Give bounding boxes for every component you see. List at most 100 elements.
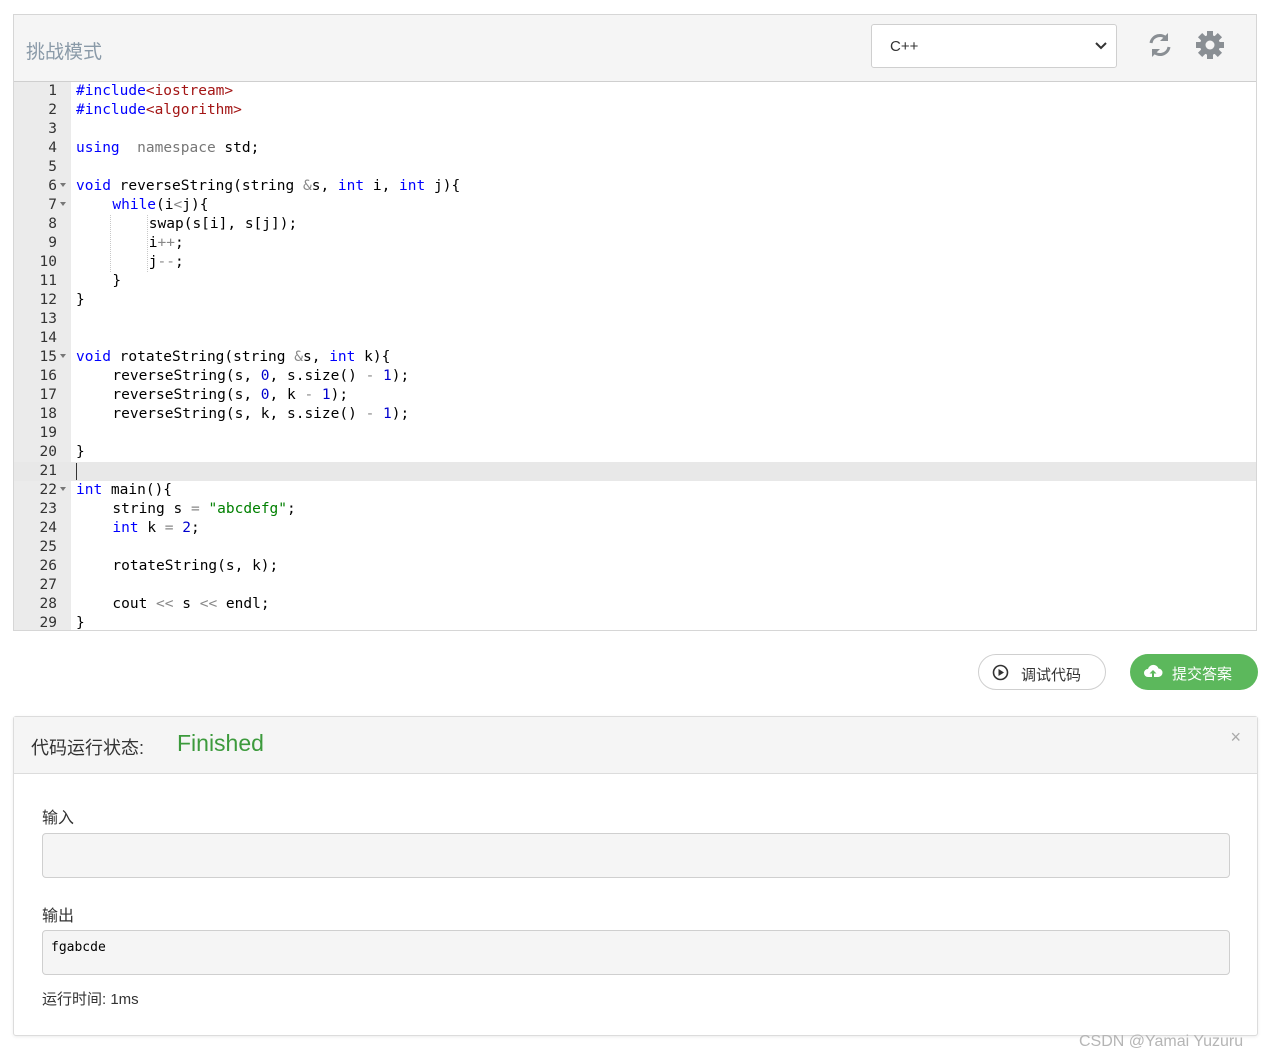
code-text: reverseString(s, k, s.size() - 1); <box>112 405 409 424</box>
code-line: 27 <box>14 576 1256 595</box>
line-number: 18 <box>39 406 57 422</box>
code-text: void reverseString(string &s, int i, int… <box>76 177 460 196</box>
code-line: 2 #include<algorithm> <box>14 101 1256 120</box>
code-token: ); <box>391 368 410 384</box>
code-line: 26 rotateString(s, k); <box>14 557 1256 576</box>
fold-arrow-icon[interactable] <box>60 202 66 206</box>
code-token: 1 <box>321 387 331 403</box>
code-token: #include <box>76 83 146 99</box>
code-token: s <box>173 596 200 612</box>
code-token: ++ <box>157 235 175 251</box>
code-token: & <box>302 178 312 194</box>
code-line: 4 using namespace std; <box>14 139 1256 158</box>
line-number: 27 <box>39 577 57 593</box>
close-icon[interactable]: × <box>1230 727 1241 748</box>
code-text: while(i<j){ <box>112 196 208 215</box>
code-token: 0 <box>260 387 270 403</box>
code-token: #include <box>76 102 146 118</box>
line-number: 6 <box>48 178 57 194</box>
code-token: , k <box>269 387 305 403</box>
code-area[interactable]: 1 #include<iostream> 2 #include<algorithm> 3… <box>14 82 1256 630</box>
debug-code-label: 调试代码 <box>1021 667 1082 684</box>
code-token: void <box>76 178 111 194</box>
code-token: (i <box>156 197 174 213</box>
code-line: 28 cout << s << endl; <box>14 595 1256 614</box>
line-number: 20 <box>39 444 57 460</box>
code-token: 0 <box>260 368 270 384</box>
line-number: 15 <box>39 349 57 365</box>
code-token: << <box>199 596 218 612</box>
line-number: 12 <box>39 292 57 308</box>
code-line: 5 <box>14 158 1256 177</box>
code-text: swap(s[i], s[j]); <box>149 215 297 234</box>
code-token: int <box>112 520 139 536</box>
line-number: 22 <box>39 482 57 498</box>
code-token: - <box>365 368 375 384</box>
code-line: 11} <box>14 272 1256 291</box>
gear-icon[interactable] <box>1195 30 1225 60</box>
line-number: 23 <box>39 501 57 517</box>
code-token: rotateString(string <box>110 349 295 365</box>
code-text: string s = "abcdefg"; <box>112 500 295 519</box>
fold-arrow-icon[interactable] <box>60 183 66 187</box>
debug-code-button[interactable]: 调试代码 <box>978 654 1106 690</box>
submit-answer-label: 提交答案 <box>1172 666 1233 683</box>
run-result-panel: 代码运行状态: Finished × 输入 输出 fgabcde 运行时间: 1… <box>13 716 1258 1036</box>
language-select-value: C++ <box>890 38 919 55</box>
line-number: 10 <box>39 254 57 270</box>
code-token: = <box>164 520 174 536</box>
code-token: j){ <box>182 197 209 213</box>
code-text: reverseString(s, 0, k - 1); <box>112 386 348 405</box>
watermark: CSDN @Yamai Yuzuru <box>1079 1033 1244 1050</box>
code-token: ; <box>175 235 184 251</box>
line-number: 21 <box>39 463 57 479</box>
code-line: 25 <box>14 538 1256 557</box>
code-token: - <box>304 387 314 403</box>
text-cursor <box>76 463 77 480</box>
line-number: 28 <box>39 596 57 612</box>
code-line: 21 <box>14 462 1256 481</box>
code-token: i <box>148 235 158 251</box>
code-text: cout << s << endl; <box>112 595 269 614</box>
line-number: 1 <box>48 83 57 99</box>
input-label: 输入 <box>42 810 75 827</box>
submit-answer-button[interactable]: 提交答案 <box>1130 654 1258 690</box>
refresh-icon[interactable] <box>1145 30 1175 60</box>
code-token: , s.size() <box>269 368 366 384</box>
code-token: ; <box>191 520 200 536</box>
code-token: string s <box>112 501 191 517</box>
line-number: 29 <box>39 615 57 630</box>
code-line: 29} <box>14 614 1256 630</box>
runtime-text: 运行时间: 1ms <box>42 991 139 1008</box>
code-token: 2 <box>182 520 191 536</box>
result-header: 代码运行状态: Finished × <box>14 717 1257 774</box>
code-token: j){ <box>425 178 461 194</box>
language-select[interactable]: C++ <box>871 24 1117 68</box>
code-text: void rotateString(string &s, int k){ <box>76 348 390 367</box>
line-number: 11 <box>39 273 57 289</box>
code-line: 12} <box>14 291 1256 310</box>
line-number: 19 <box>39 425 57 441</box>
fold-arrow-icon[interactable] <box>60 354 66 358</box>
code-text: reverseString(s, 0, s.size() - 1); <box>112 367 409 386</box>
code-token: s, <box>311 178 338 194</box>
input-field[interactable] <box>42 833 1230 878</box>
code-token: ; <box>175 254 184 270</box>
code-line: 24 int k = 2; <box>14 519 1256 538</box>
code-token: ; <box>287 501 296 517</box>
code-token: int <box>337 178 365 194</box>
code-line: 17 reverseString(s, 0, k - 1); <box>14 386 1256 405</box>
code-text: int main(){ <box>76 481 172 500</box>
code-token: int <box>76 482 103 498</box>
output-field: fgabcde <box>42 930 1230 975</box>
code-token: ); <box>391 406 410 422</box>
code-token: <iostream> <box>145 83 234 99</box>
code-token: 1 <box>383 368 392 384</box>
output-label: 输出 <box>42 908 75 925</box>
fold-arrow-icon[interactable] <box>60 487 66 491</box>
code-token: swap(s[i], s[j]); <box>148 216 298 232</box>
code-token: reverseString(s, <box>112 368 261 384</box>
